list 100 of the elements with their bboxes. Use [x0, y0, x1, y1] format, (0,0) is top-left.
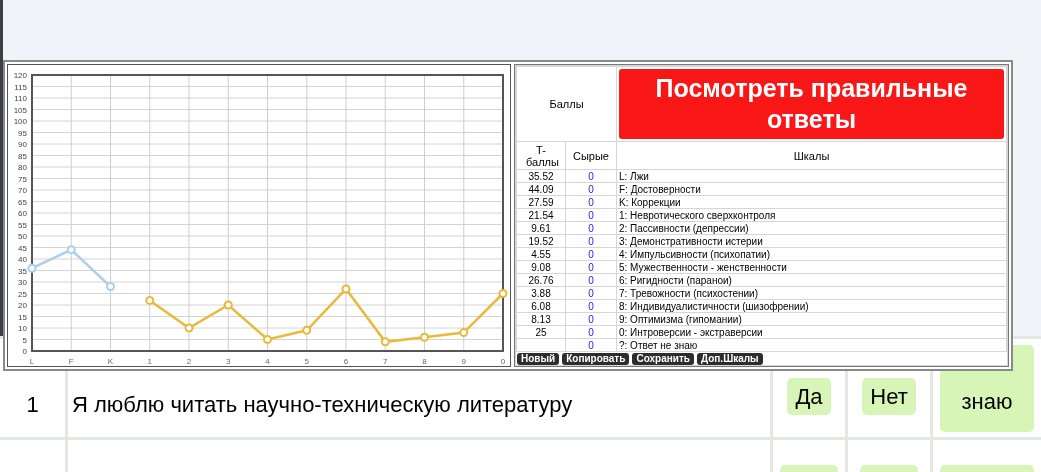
x-tick-label: 0 [500, 357, 506, 366]
y-tick-label: 60 [18, 209, 27, 218]
action-button[interactable]: Сохранить [632, 353, 694, 365]
data-point [341, 284, 351, 294]
y-tick-label: 20 [18, 301, 27, 310]
data-point [420, 332, 429, 342]
table-cell: 6: Ригидности (паранои) [617, 274, 1006, 286]
table-cell: 26.76 [517, 274, 565, 286]
action-button[interactable]: Копировать [562, 353, 630, 365]
y-tick-label: 70 [18, 186, 27, 195]
answer-button[interactable]: Да [787, 378, 831, 415]
table-cell: 3.88 [517, 287, 565, 299]
table-cell: 5: Мужественности - женственности [617, 261, 1006, 273]
table-cell: 0 [566, 274, 616, 286]
table-cell: 6.08 [517, 300, 565, 312]
table-cell: 8.13 [517, 313, 565, 325]
table-cell: 0 [566, 235, 616, 247]
data-point [302, 325, 312, 335]
table-cell: 1: Невротического сверхконтроля [617, 209, 1006, 221]
table-cell: 7: Тревожности (психостении) [617, 287, 1006, 299]
column-header: T-баллы [517, 142, 565, 169]
table-cell: 4: Импульсивности (психопатии) [617, 248, 1006, 260]
x-tick-label: L [29, 357, 35, 366]
y-tick-label: 95 [18, 128, 27, 138]
table-cell: 44.09 [517, 183, 565, 195]
table-cell: 0 [566, 300, 616, 312]
x-tick-label: 2 [186, 357, 192, 366]
column-header: Шкалы [617, 142, 1006, 169]
table-cell: 8: Индивидуалистичности (шизофрении) [617, 300, 1006, 312]
x-tick-label: 7 [383, 357, 388, 366]
data-point [27, 263, 37, 273]
y-tick-label: 80 [18, 163, 27, 172]
x-tick-label: 4 [265, 357, 270, 366]
answers-button[interactable]: Посмотреть правильные ответы [619, 69, 1004, 139]
data-point [380, 337, 390, 347]
table-cell: 2: Пассивности (депрессии) [617, 222, 1006, 234]
y-tick-label: 110 [14, 94, 27, 103]
table-cell: 9.61 [517, 222, 565, 234]
y-tick-label: 45 [18, 243, 27, 253]
question-number: 1 [26, 390, 39, 419]
table-cell: 21.54 [517, 209, 565, 221]
x-tick-label: 6 [343, 357, 349, 366]
table-cell: 0 [566, 196, 616, 208]
table-cell: 0: Интроверсии - экстраверсии [617, 326, 1006, 338]
table-cell: 0 [566, 326, 616, 338]
y-tick-label: 120 [13, 71, 27, 80]
y-tick-label: 100 [13, 117, 27, 126]
table-cell: ?: Ответ не знаю [617, 339, 1006, 351]
table-cell: 0 [566, 261, 616, 273]
y-tick-label: 25 [18, 289, 27, 299]
y-tick-label: 30 [18, 278, 27, 287]
table-cell: 35.52 [517, 170, 565, 182]
table-cell: L: Лжи [617, 170, 1006, 182]
y-tick-label: 75 [18, 174, 27, 184]
table-cell: 0 [566, 313, 616, 325]
y-tick-label: 55 [18, 220, 27, 230]
y-tick-label: 40 [18, 255, 27, 264]
table-cell: 0 [566, 209, 616, 221]
data-point [498, 289, 508, 298]
y-tick-label: 10 [18, 324, 27, 333]
x-tick-label: F [68, 357, 74, 366]
table-cell: 0 [566, 248, 616, 260]
table-cell: 19.52 [517, 235, 565, 247]
data-point [106, 282, 115, 292]
table-cell: 9.08 [517, 261, 565, 273]
data-point [263, 335, 272, 344]
y-tick-label: 65 [18, 197, 27, 207]
question-text: Я люблю читать научно-техническую литературу [72, 390, 573, 419]
y-tick-label: 85 [18, 151, 27, 161]
column-header: Баллы [517, 67, 616, 141]
y-tick-label: 0 [22, 347, 27, 356]
table-cell: 0 [566, 339, 616, 351]
table-cell: 27.59 [517, 196, 565, 208]
x-tick-label: 8 [422, 357, 427, 366]
table-cell: 4.55 [517, 248, 565, 260]
y-tick-label: 35 [18, 266, 27, 276]
table-cell: 0 [566, 183, 616, 195]
table-cell: 0 [566, 170, 616, 182]
y-tick-label: 50 [18, 232, 27, 241]
answer-button[interactable]: Нет [862, 378, 916, 415]
table-cell: F: Достоверности [617, 183, 1006, 195]
table-cell: 9: Оптимизма (гипомании) [617, 313, 1006, 325]
action-button[interactable]: Доп.Шкалы [696, 353, 763, 365]
y-tick-label: 5 [22, 335, 27, 345]
y-tick-label: 115 [14, 82, 27, 92]
x-tick-label: 5 [304, 357, 309, 366]
column-header: Сырые [566, 142, 616, 169]
x-tick-label: K [107, 357, 114, 366]
data-point [223, 300, 233, 310]
y-tick-label: 90 [18, 140, 27, 149]
table-cell: 0 [566, 222, 616, 234]
table-cell: 3: Демонстративности истерии [617, 235, 1006, 247]
data-point [459, 328, 469, 338]
x-tick-label: 9 [461, 357, 466, 366]
data-point [66, 245, 76, 255]
table-cell: 25 [517, 326, 565, 338]
table-cell: K: Коррекции [617, 196, 1006, 208]
x-tick-label: 1 [147, 357, 152, 366]
action-button[interactable]: Новый [517, 353, 560, 365]
table-cell: 0 [566, 287, 616, 299]
